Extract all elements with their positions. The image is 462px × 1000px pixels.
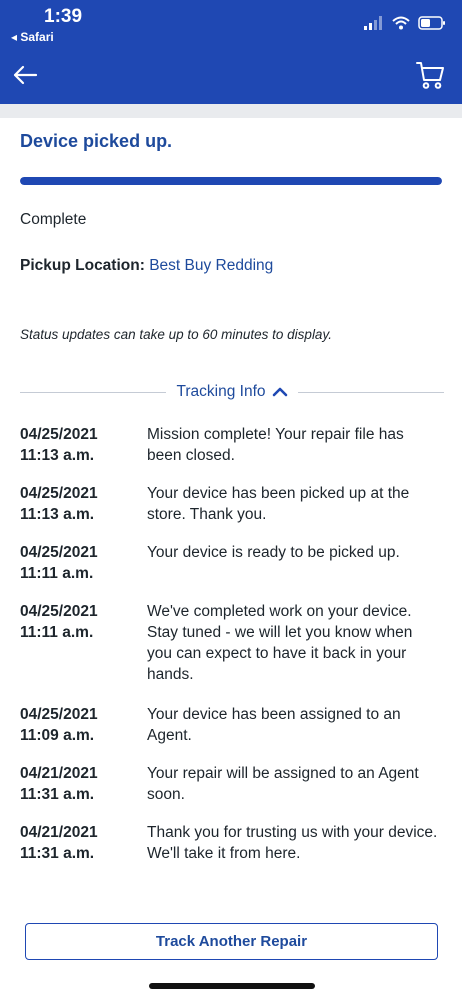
tracking-event: 04/25/2021 11:11 a.m. Your device is rea… <box>20 542 444 601</box>
home-indicator[interactable] <box>149 983 315 989</box>
track-another-repair-button[interactable]: Track Another Repair <box>25 923 438 960</box>
status-update-note: Status updates can take up to 60 minutes… <box>20 327 332 342</box>
back-to-app-link[interactable]: ◂ Safari <box>11 30 54 44</box>
tracking-info-divider: Tracking Info <box>20 380 444 404</box>
tracking-info-toggle[interactable]: Tracking Info <box>166 383 297 401</box>
event-date: 04/25/2021 <box>20 706 98 723</box>
status-time: 1:39 <box>44 6 83 27</box>
event-time: 11:09 a.m. <box>20 727 95 744</box>
repair-progress-fill <box>20 177 442 185</box>
tracking-event: 04/25/2021 11:09 a.m. Your device has be… <box>20 704 444 763</box>
event-message: Your device has been assigned to an Agen… <box>147 706 401 744</box>
tracking-event: 04/21/2021 11:31 a.m. Thank you for trus… <box>20 822 444 881</box>
battery-icon <box>418 16 445 30</box>
tracking-info-label: Tracking Info <box>176 383 266 400</box>
event-time: 11:13 a.m. <box>20 506 95 523</box>
wifi-icon <box>392 16 410 30</box>
tracking-event: 04/25/2021 11:13 a.m. Mission complete! … <box>20 424 444 483</box>
cellular-signal-icon <box>364 16 382 30</box>
event-time: 11:11 a.m. <box>20 565 94 582</box>
cart-button[interactable] <box>414 58 446 92</box>
event-message: We've completed work on your device. Sta… <box>147 603 413 683</box>
event-date: 04/25/2021 <box>20 603 98 620</box>
event-datetime: 04/21/2021 11:31 a.m. <box>20 763 147 822</box>
app-header: 1:39 ◂ Safari <box>0 0 462 104</box>
event-date: 04/25/2021 <box>20 426 98 443</box>
event-time: 11:11 a.m. <box>20 624 94 641</box>
event-datetime: 04/25/2021 11:11 a.m. <box>20 601 147 704</box>
event-message: Your repair will be assigned to an Agent… <box>147 765 419 803</box>
event-datetime: 04/25/2021 11:13 a.m. <box>20 424 147 483</box>
event-date: 04/21/2021 <box>20 824 98 841</box>
event-time: 11:31 a.m. <box>20 845 95 862</box>
event-date: 04/25/2021 <box>20 485 98 502</box>
divider-line-left <box>20 391 167 393</box>
arrow-left-icon <box>13 65 38 85</box>
event-message: Thank you for trusting us with your devi… <box>147 824 438 862</box>
back-button[interactable] <box>10 60 40 90</box>
event-datetime: 04/25/2021 11:09 a.m. <box>20 704 147 763</box>
repair-status-title: Device picked up. <box>20 131 173 151</box>
repair-state: Complete <box>20 211 87 228</box>
event-date: 04/25/2021 <box>20 544 98 561</box>
status-icons <box>364 13 446 33</box>
event-datetime: 04/25/2021 11:13 a.m. <box>20 483 147 542</box>
pickup-location-link[interactable]: Best Buy Redding <box>149 257 273 274</box>
tracking-event: 04/25/2021 11:11 a.m. We've completed wo… <box>20 601 444 704</box>
pickup-location: Pickup Location: Best Buy Redding <box>20 257 273 275</box>
tracking-event: 04/25/2021 11:13 a.m. Your device has be… <box>20 483 444 542</box>
divider-line-right <box>297 391 444 393</box>
header-separator <box>0 104 462 118</box>
pickup-location-label: Pickup Location: <box>20 257 145 274</box>
event-date: 04/21/2021 <box>20 765 98 782</box>
event-message: Mission complete! Your repair file has b… <box>147 426 404 464</box>
chevron-up-icon <box>272 387 287 397</box>
repair-progress-bar <box>20 177 442 185</box>
tracking-event-list: 04/25/2021 11:13 a.m. Mission complete! … <box>20 424 444 881</box>
cart-icon <box>416 62 444 89</box>
event-time: 11:31 a.m. <box>20 786 95 803</box>
tracking-event: 04/21/2021 11:31 a.m. Your repair will b… <box>20 763 444 822</box>
event-message: Your device has been picked up at the st… <box>147 485 410 523</box>
event-time: 11:13 a.m. <box>20 447 95 464</box>
event-datetime: 04/25/2021 11:11 a.m. <box>20 542 147 601</box>
event-message: Your device is ready to be picked up. <box>147 544 400 561</box>
event-datetime: 04/21/2021 11:31 a.m. <box>20 822 147 881</box>
